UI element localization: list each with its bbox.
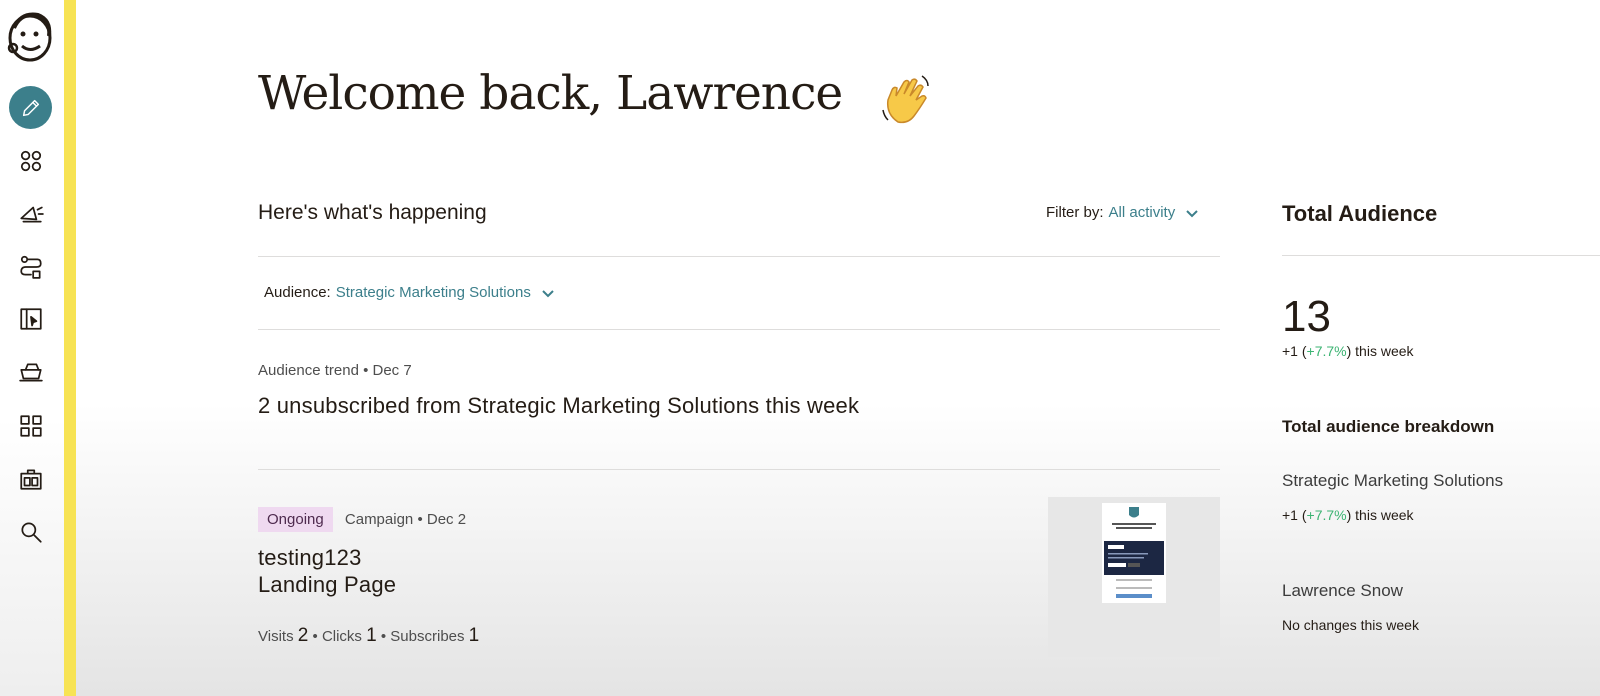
- pencil-icon: [22, 99, 39, 116]
- nav-create-button[interactable]: [9, 86, 52, 129]
- welcome-heading: Welcome back, Lawrence: [258, 66, 843, 121]
- reports-icon: [20, 469, 42, 490]
- sidebar: [0, 0, 64, 696]
- delta-suffix: ) this week: [1346, 343, 1414, 359]
- audience-name[interactable]: Lawrence Snow: [1282, 581, 1403, 601]
- audience-delta: +1 (+7.7%) this week: [1282, 507, 1414, 523]
- nav-content-button[interactable]: [12, 353, 50, 391]
- divider: [258, 329, 1220, 330]
- nav-audience-button[interactable]: [12, 142, 50, 180]
- audience-label: Audience:: [264, 284, 331, 301]
- audience-icon: [20, 150, 42, 172]
- audience-selector[interactable]: Audience: Strategic Marketing Solutions: [264, 284, 555, 301]
- automations-icon: [20, 255, 42, 279]
- mailchimp-logo-icon[interactable]: [5, 8, 55, 64]
- campaign-stats: Visits 2 • Clicks 1 • Subscribes 1: [258, 625, 479, 647]
- delta-suffix: ) this week: [1346, 507, 1414, 523]
- content-icon: [19, 363, 43, 382]
- nav-search-button[interactable]: [12, 513, 50, 551]
- feed-item-type: Campaign: [344, 511, 414, 528]
- delta-percent: +7.7%: [1306, 507, 1347, 523]
- total-audience-delta: +1 (+7.7%) this week: [1282, 343, 1414, 359]
- feed-item-headline[interactable]: 2 unsubscribed from Strategic Marketing …: [258, 393, 859, 419]
- campaigns-icon: [20, 206, 44, 223]
- website-icon: [20, 308, 42, 330]
- divider: [258, 256, 1220, 257]
- total-audience-count: 13: [1282, 292, 1331, 341]
- stats-separator: •: [312, 628, 318, 645]
- status-badge: Ongoing: [258, 507, 333, 532]
- visits-label: Visits: [258, 628, 294, 645]
- subscribes-label: Subscribes: [390, 628, 465, 645]
- nav-campaigns-button[interactable]: [12, 195, 50, 233]
- nav-integrations-button[interactable]: [12, 407, 50, 445]
- campaign-name[interactable]: testing123: [258, 545, 362, 571]
- feed-item-meta: Ongoing Campaign • Dec 2: [258, 507, 466, 532]
- delta-percent: +7.7%: [1306, 343, 1347, 359]
- nav-website-button[interactable]: [12, 300, 50, 338]
- audience-value[interactable]: Strategic Marketing Solutions: [336, 284, 531, 301]
- delta-prefix: +1 (: [1282, 507, 1307, 523]
- clicks-label: Clicks: [321, 628, 362, 645]
- divider: [258, 469, 1220, 470]
- feed-item-date: • Dec 2: [417, 511, 467, 528]
- delta-prefix: +1 (: [1282, 343, 1307, 359]
- breakdown-title: Total audience breakdown: [1282, 417, 1495, 436]
- campaign-type: Landing Page: [258, 572, 397, 597]
- landing-page-preview-image: [1102, 503, 1166, 603]
- audience-note: No changes this week: [1282, 617, 1419, 633]
- feed-item-type: Audience trend: [258, 362, 359, 379]
- nav-reports-button[interactable]: [12, 460, 50, 498]
- divider: [1282, 255, 1600, 256]
- feed-item-date: • Dec 7: [363, 362, 412, 379]
- nav-automations-button[interactable]: [12, 248, 50, 286]
- filter-value[interactable]: All activity: [1109, 204, 1176, 221]
- feed-item-meta: Audience trend • Dec 7: [258, 362, 412, 379]
- filter-dropdown[interactable]: Filter by: All activity: [1046, 204, 1199, 221]
- landing-page-thumbnail[interactable]: [1048, 497, 1220, 657]
- feed-title: Here's what's happening: [258, 201, 487, 224]
- chevron-down-icon[interactable]: [541, 286, 555, 300]
- total-audience-title: Total Audience: [1282, 201, 1438, 226]
- waving-hand-icon: [882, 75, 929, 124]
- sidebar-accent-stripe: [64, 0, 76, 696]
- stats-separator: •: [380, 628, 387, 645]
- search-icon: [21, 522, 42, 543]
- filter-label: Filter by:: [1046, 204, 1104, 221]
- audience-name[interactable]: Strategic Marketing Solutions: [1282, 471, 1503, 491]
- integrations-grid-icon: [20, 415, 42, 437]
- subscribes-value: 1: [468, 625, 480, 646]
- clicks-value: 1: [366, 625, 377, 646]
- visits-value: 2: [297, 625, 309, 646]
- chevron-down-icon[interactable]: [1185, 206, 1199, 220]
